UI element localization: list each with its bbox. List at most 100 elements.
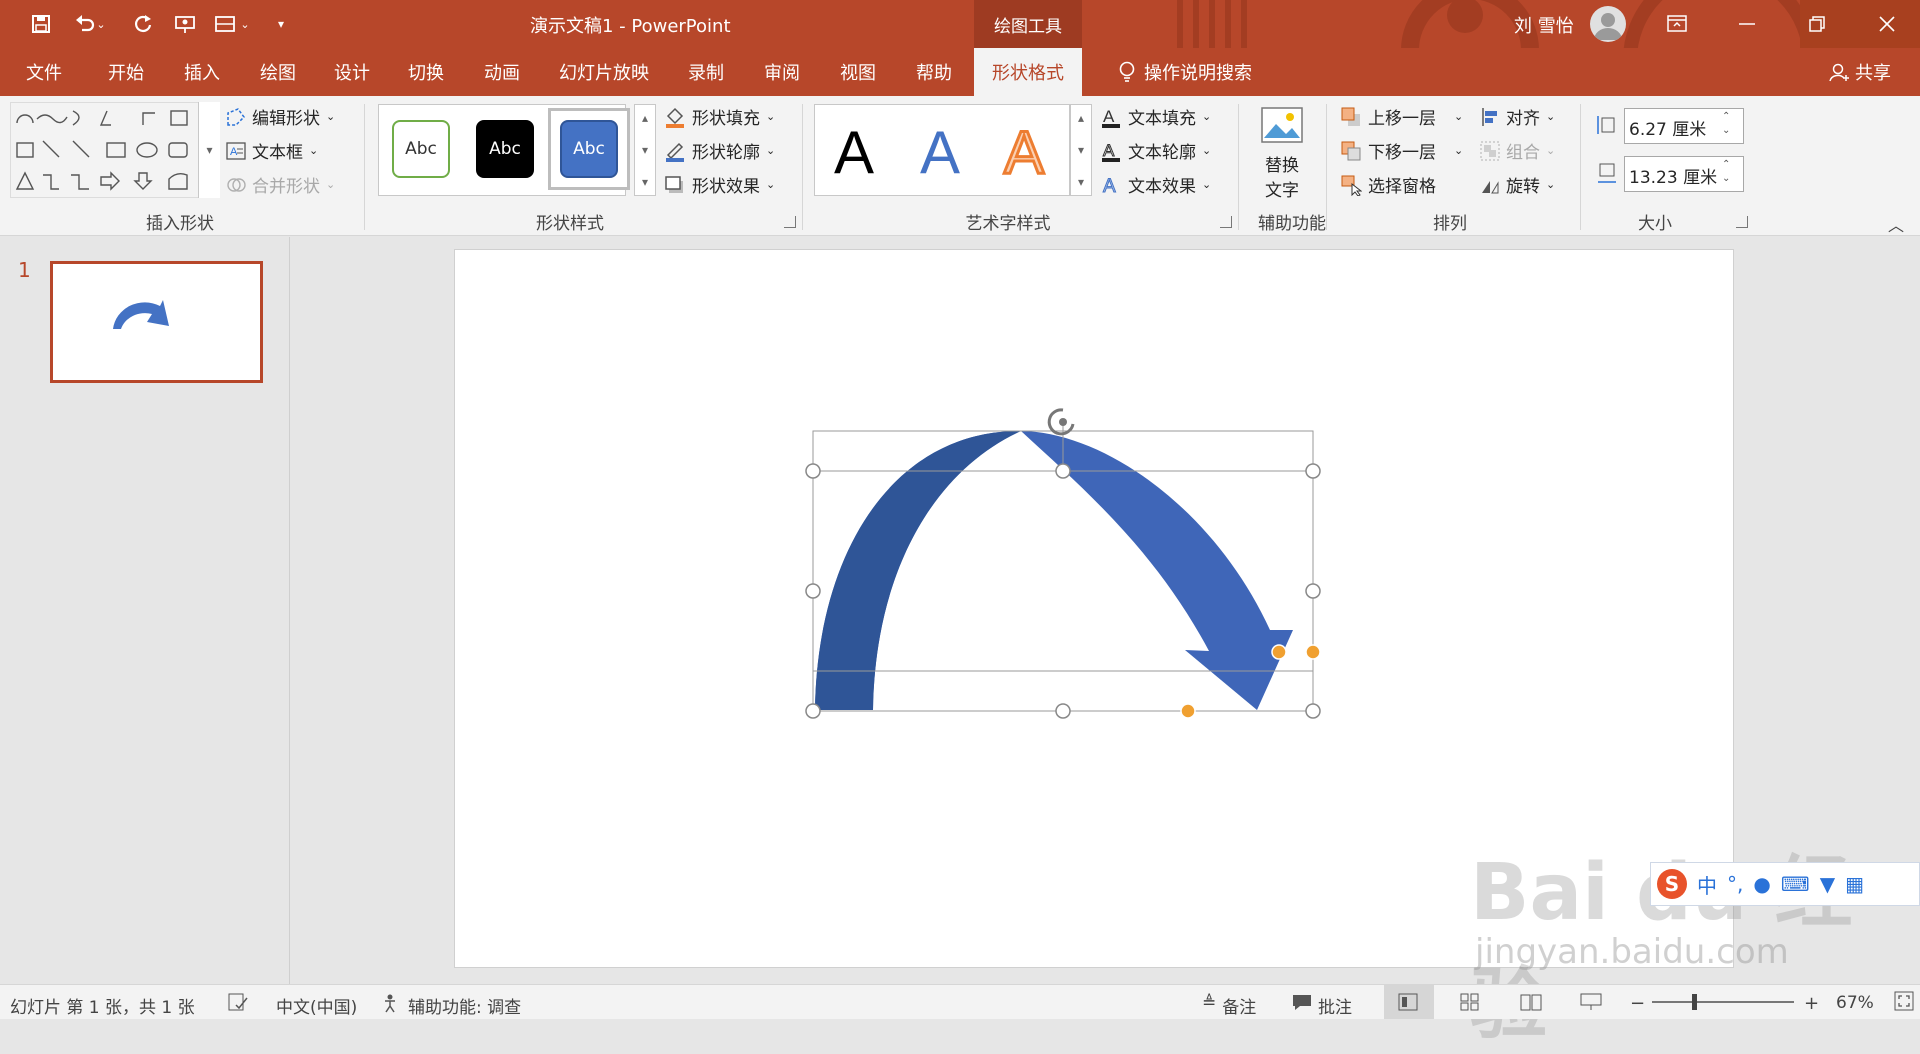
slideshow-icon[interactable]: [1580, 993, 1602, 1016]
user-name[interactable]: 刘 雪怡: [1514, 12, 1574, 38]
group-label-size: 大小: [1638, 214, 1672, 234]
keyboard-icon[interactable]: ⌨: [1781, 872, 1810, 896]
zoom-level[interactable]: 67%: [1836, 993, 1874, 1013]
alt-text-label-1: 替换: [1265, 156, 1299, 176]
align-button[interactable]: 对齐 ⌄: [1480, 104, 1555, 129]
alt-text-button[interactable]: 替换 文字: [1252, 106, 1312, 201]
tab-insert[interactable]: 插入: [164, 48, 240, 96]
present-icon[interactable]: [166, 0, 204, 48]
layout-dropdown-icon[interactable]: ⌄: [236, 0, 254, 48]
tab-animations[interactable]: 动画: [464, 48, 540, 96]
send-backward-button[interactable]: 下移一层 ⌄: [1340, 138, 1463, 163]
chevron-down-icon: ⌄: [1546, 110, 1556, 123]
search-label: 操作说明搜索: [1144, 63, 1252, 84]
apps-grid-icon[interactable]: ▦: [1845, 872, 1864, 896]
tab-help[interactable]: 帮助: [896, 48, 972, 96]
accessibility-status[interactable]: 辅助功能: 调查: [382, 993, 521, 1018]
bring-forward-button[interactable]: 上移一层 ⌄: [1340, 104, 1463, 129]
width-spinner-icon[interactable]: ⌃ ⌄: [1722, 158, 1730, 186]
zoom-out-icon[interactable]: −: [1630, 993, 1645, 1014]
wordart-launcher-icon[interactable]: [1220, 216, 1232, 228]
chevron-down-icon: ⌄: [309, 144, 319, 157]
title-bar: ⌄ ⌄ ▾ 演示文稿1 - PowerPoint 绘图工具 刘 雪怡: [0, 0, 1920, 96]
skin-icon[interactable]: ▼: [1820, 872, 1835, 896]
send-backward-icon: [1341, 141, 1361, 160]
wordart-scroll[interactable]: ▴ ▾ ▾: [1070, 104, 1092, 196]
edit-shape-button[interactable]: 编辑形状 ⌄: [226, 104, 335, 129]
zoom-slider-thumb[interactable]: [1692, 994, 1697, 1010]
tab-record[interactable]: 录制: [668, 48, 744, 96]
tab-transitions[interactable]: 切换: [388, 48, 464, 96]
punctuation-icon[interactable]: °,: [1727, 872, 1743, 896]
ime-mode[interactable]: 中: [1697, 870, 1717, 899]
wordart-sample-blue[interactable]: A: [920, 118, 960, 187]
tab-shape-format[interactable]: 形状格式: [974, 48, 1082, 96]
merge-shapes-label: 合并形状: [252, 177, 320, 197]
chevron-down-icon: ⌄: [1202, 178, 1212, 191]
shapes-gallery-scroll[interactable]: ▾: [198, 102, 220, 198]
tab-file[interactable]: 文件: [0, 48, 88, 96]
microphone-icon[interactable]: ●: [1753, 872, 1770, 896]
redo-icon[interactable]: [124, 0, 162, 48]
shape-style-black[interactable]: Abc: [476, 120, 534, 178]
language-status[interactable]: 中文(中国): [276, 993, 357, 1018]
restore-icon[interactable]: [1782, 0, 1852, 48]
zoom-slider[interactable]: [1652, 1001, 1794, 1003]
text-box-button[interactable]: A 文本框 ⌄: [226, 138, 318, 163]
rotate-handle-icon: [1047, 408, 1075, 436]
height-spinner-icon[interactable]: ⌃ ⌄: [1722, 110, 1730, 138]
ime-toolbar[interactable]: S 中 °, ● ⌨ ▼ ▦: [1650, 862, 1920, 906]
tab-design[interactable]: 设计: [316, 48, 388, 96]
fit-to-window-icon[interactable]: [1894, 991, 1914, 1016]
shape-style-blue[interactable]: Abc: [560, 120, 618, 178]
reading-view-icon[interactable]: [1520, 993, 1542, 1016]
ribbon-display-icon[interactable]: [1642, 0, 1712, 48]
undo-dropdown-icon[interactable]: ⌄: [92, 0, 110, 48]
zoom-in-icon[interactable]: +: [1804, 993, 1819, 1014]
shape-fill-button[interactable]: 形状填充 ⌄: [664, 104, 775, 129]
size-launcher-icon[interactable]: [1736, 216, 1748, 228]
slide-thumbnail[interactable]: [50, 261, 263, 383]
rotate-button[interactable]: 旋转 ⌄: [1480, 172, 1555, 197]
customize-icon[interactable]: ▾: [266, 0, 296, 48]
text-effects-label: 文本效果: [1128, 177, 1196, 197]
search-box[interactable]: 操作说明搜索: [1100, 48, 1270, 96]
merge-shapes-button[interactable]: 合并形状 ⌄: [226, 172, 335, 197]
shapes-gallery[interactable]: [10, 102, 218, 198]
wordart-sample-black[interactable]: A: [834, 118, 874, 187]
minimize-icon[interactable]: [1712, 0, 1782, 48]
shape-effects-button[interactable]: 形状效果 ⌄: [664, 172, 775, 197]
group-separator: [1580, 104, 1581, 230]
rotate-label: 旋转: [1506, 177, 1540, 197]
share-button[interactable]: 共享: [1812, 48, 1908, 96]
tab-review[interactable]: 审阅: [744, 48, 820, 96]
svg-text:A: A: [1103, 107, 1115, 126]
text-outline-button[interactable]: A 文本轮廓 ⌄: [1100, 138, 1211, 163]
text-effects-button[interactable]: A 文本效果 ⌄: [1100, 172, 1212, 197]
notes-button[interactable]: ≜ 备注: [1202, 993, 1256, 1018]
tab-view[interactable]: 视图: [820, 48, 896, 96]
comments-button[interactable]: 批注: [1292, 993, 1352, 1018]
selection-pane-button[interactable]: 选择窗格: [1340, 172, 1436, 197]
text-fill-button[interactable]: A 文本填充 ⌄: [1100, 104, 1211, 129]
shape-outline-button[interactable]: 形状轮廓 ⌄: [664, 138, 775, 163]
save-icon[interactable]: [22, 0, 60, 48]
tab-home[interactable]: 开始: [88, 48, 164, 96]
normal-view-button[interactable]: [1384, 985, 1434, 1019]
wordart-sample-orange[interactable]: A: [1002, 118, 1045, 188]
slide-sorter-icon[interactable]: [1460, 993, 1480, 1016]
bring-forward-icon: [1341, 107, 1360, 126]
group-button[interactable]: 组合 ⌄: [1480, 138, 1555, 163]
tab-slideshow[interactable]: 幻灯片放映: [540, 48, 668, 96]
tab-draw[interactable]: 绘图: [240, 48, 316, 96]
shape-styles-launcher-icon[interactable]: [784, 216, 796, 228]
spell-check-icon[interactable]: [228, 993, 248, 1016]
close-icon[interactable]: [1852, 0, 1920, 48]
shape-styles-scroll[interactable]: ▴ ▾ ▾: [634, 104, 656, 196]
collapse-ribbon-icon[interactable]: ︿: [1888, 212, 1904, 236]
slide-canvas[interactable]: [454, 249, 1734, 968]
avatar[interactable]: [1590, 6, 1626, 42]
merge-shapes-icon: [227, 177, 246, 192]
chevron-down-icon: ⌄: [1202, 144, 1212, 157]
shape-style-outline-green[interactable]: Abc: [392, 120, 450, 178]
